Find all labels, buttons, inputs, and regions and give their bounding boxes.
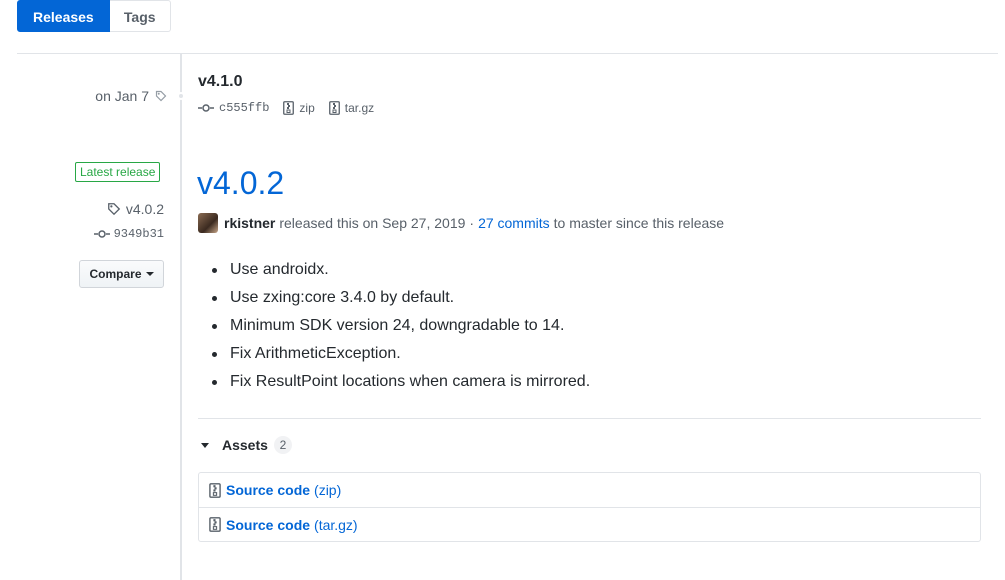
release-note-text: Fix ResultPoint locations when camera is… (230, 373, 591, 390)
chevron-down-icon (145, 272, 154, 276)
release-date-text: released this on Sep 27, 2019 (279, 215, 466, 231)
file-zip-icon (328, 101, 340, 115)
previous-release-targz-label: tar.gz (344, 101, 375, 115)
release-note-text: Minimum SDK version 24, downgradable to … (230, 317, 565, 334)
asset-ext: (zip) (314, 482, 342, 498)
assets-list: Source code (zip) Source code (tar.gz) (198, 472, 981, 542)
commits-suffix: to master since this release (553, 215, 725, 231)
file-zip-icon (209, 517, 221, 532)
list-item: Use androidx. (212, 258, 590, 286)
list-item: Fix ResultPoint locations when camera is… (212, 370, 590, 398)
previous-release-links: c555ffb zip tar.gz (198, 101, 388, 115)
previous-release-zip-link[interactable]: zip (283, 101, 315, 115)
asset-row-zip[interactable]: Source code (zip) (199, 473, 980, 507)
avatar[interactable] (198, 213, 218, 233)
tag-icon (155, 90, 167, 102)
previous-release-commit-link[interactable]: c555ffb (198, 101, 269, 115)
list-item: Fix ArithmeticException. (212, 342, 590, 370)
release-tabs: Releases Tags (17, 0, 171, 32)
release-note-text: Use androidx. (230, 261, 329, 278)
list-item: Use zxing:core 3.4.0 by default. (212, 286, 590, 314)
compare-button[interactable]: Compare (79, 260, 164, 288)
asset-row-targz[interactable]: Source code (tar.gz) (199, 507, 980, 541)
release-note-text: Fix ArithmeticException. (230, 345, 401, 362)
latest-release-badge: Latest release (75, 162, 161, 182)
bullet-icon (212, 268, 217, 273)
asset-name: Source code (226, 516, 311, 533)
bullet-icon (212, 324, 217, 329)
bullet-icon (212, 352, 217, 357)
release-title[interactable]: v4.0.2 (197, 163, 284, 203)
assets-toggle[interactable]: Assets 2 (201, 436, 292, 454)
release-commit-hash: 9349b31 (113, 227, 164, 241)
tab-releases[interactable]: Releases (17, 0, 110, 32)
asset-name: Source code (226, 482, 311, 498)
chevron-down-icon (201, 442, 209, 448)
commit-icon (198, 103, 214, 113)
asset-ext: (tar.gz) (314, 516, 358, 533)
release-timeline (180, 54, 182, 580)
release-author[interactable]: rkistner (224, 215, 275, 231)
timeline-dot (177, 92, 185, 100)
header-divider (17, 53, 998, 54)
previous-release-targz-link[interactable]: tar.gz (328, 101, 375, 115)
release-tag-link[interactable]: v4.0.2 (107, 201, 164, 217)
bullet-icon (212, 380, 217, 385)
assets-divider (198, 418, 981, 419)
previous-release-title[interactable]: v4.1.0 (198, 73, 242, 91)
compare-button-label: Compare (89, 267, 142, 281)
release-byline: rkistner released this on Sep 27, 2019 ·… (198, 213, 724, 233)
previous-release-commit: c555ffb (219, 101, 270, 115)
file-zip-icon (209, 482, 221, 498)
commits-link[interactable]: 27 commits (478, 215, 550, 231)
release-note-text: Use zxing:core 3.4.0 by default. (230, 289, 455, 306)
assets-count-badge: 2 (273, 436, 292, 454)
file-zip-icon (283, 101, 295, 115)
tab-tags[interactable]: Tags (109, 0, 171, 32)
release-notes: Use androidx. Use zxing:core 3.4.0 by de… (212, 258, 590, 398)
list-item: Minimum SDK version 24, downgradable to … (212, 314, 590, 342)
previous-release-date: on Jan 7 (95, 88, 167, 104)
commit-icon (93, 229, 110, 239)
previous-release-date-text: on Jan 7 (95, 88, 149, 104)
tag-icon (107, 202, 121, 216)
release-commit-link[interactable]: 9349b31 (93, 227, 164, 241)
bullet-icon (212, 296, 217, 301)
previous-release-zip-label: zip (299, 101, 315, 115)
release-tag-label: v4.0.2 (125, 201, 164, 217)
assets-label: Assets (222, 437, 268, 453)
byline-separator: · (469, 215, 475, 231)
